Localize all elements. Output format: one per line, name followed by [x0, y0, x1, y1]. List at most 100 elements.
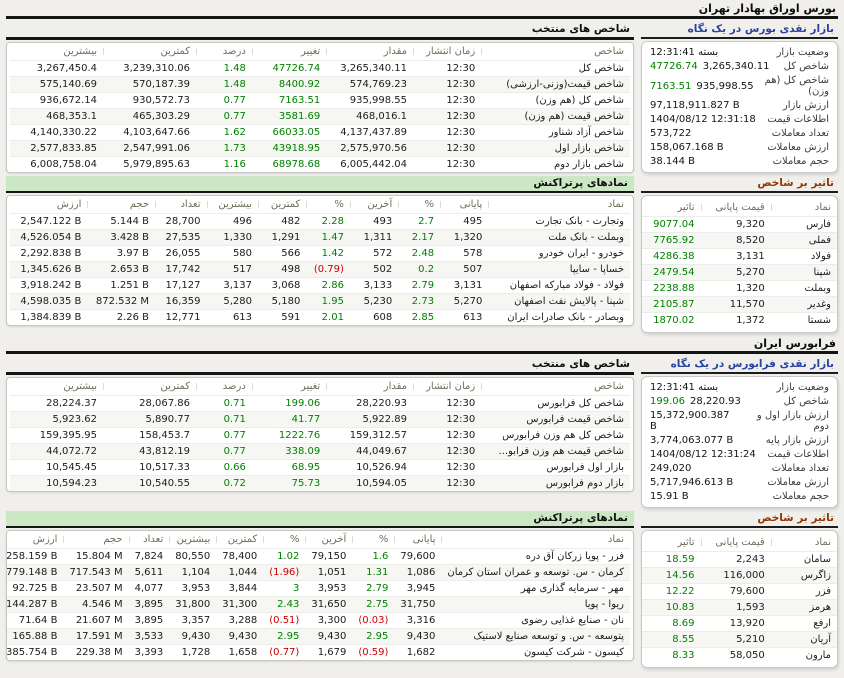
value-cell: 1.42 [306, 246, 350, 262]
column-header[interactable]: نماد [771, 534, 837, 552]
info-value: 249,020 [650, 463, 691, 474]
column-header[interactable]: تغییر [252, 43, 326, 61]
table-row[interactable]: شستا1,3721870.02 [642, 313, 837, 329]
table-row[interactable]: بازار دوم فرابورس12:3010,594.0575.730.72… [10, 476, 630, 492]
column-header[interactable]: % [398, 196, 440, 214]
table-row[interactable]: شاخص قیمت فرابورس12:305,922.8941.770.715… [10, 412, 630, 428]
value-cell: 6,005,442.04 [326, 157, 413, 173]
table-row[interactable]: شاخص قیمت(وزنی-ارزشی)12:30574,769.238400… [10, 77, 630, 93]
table-row[interactable]: شاخص قیمت هم وزن فرابو...12:3044,049.673… [10, 444, 630, 460]
column-header[interactable]: تغییر [252, 378, 326, 396]
table-row[interactable]: شاخص آزاد شناور12:304,137,437.8966033.05… [10, 125, 630, 141]
column-header[interactable]: شاخص [481, 378, 630, 396]
symbol-cell: شاخص قیمت فرابورس [481, 412, 630, 428]
value-cell: 3 [263, 581, 305, 597]
table-row[interactable]: مهر - سرمایه گذاری مهر3,9452.793,95333,8… [6, 581, 630, 597]
column-header[interactable]: بیشترین [10, 43, 103, 61]
column-header[interactable]: پایانی [440, 196, 488, 214]
table-row[interactable]: فملی8,5207765.92 [642, 233, 837, 249]
column-header[interactable]: تاثیر [642, 534, 701, 552]
column-header[interactable]: درصد [196, 43, 252, 61]
table-row[interactable]: کرمان - س. توسعه و عمران استان کرمان1,08… [6, 565, 630, 581]
value-cell: 1,044 [216, 565, 263, 581]
table-row[interactable]: وبملت - بانک ملت1,3202.171,3111.471,2911… [10, 230, 630, 246]
column-header[interactable]: کمترین [258, 196, 306, 214]
table-row[interactable]: فارس9,3209077.04 [642, 217, 837, 233]
column-header[interactable]: قیمت پایانی [701, 534, 771, 552]
value-cell: 3,895 [129, 613, 170, 629]
table-row[interactable]: ریوا - پویا31,7502.7531,6502.4331,30031,… [6, 597, 630, 613]
change-value: 199.06 [650, 396, 685, 407]
table-row[interactable]: نان - صنایع غذایی رضوی3,316(0.03)3,300(0… [6, 613, 630, 629]
column-header[interactable]: ارزش [6, 531, 63, 549]
table-row[interactable]: خودرو - ایران خودرو5782.485721.425665802… [10, 246, 630, 262]
column-header[interactable]: آخرین [350, 196, 398, 214]
column-header[interactable]: مقدار [326, 43, 413, 61]
column-header[interactable]: حجم [63, 531, 128, 549]
value-cell: 9,320 [701, 217, 771, 233]
table-row[interactable]: وغدیر11,5702105.87 [642, 297, 837, 313]
table-row[interactable]: شاخص کل12:303,265,340.1147726.741.483,23… [10, 61, 630, 77]
table-row[interactable]: زاگرس116,00014.56 [642, 568, 837, 584]
value-text: 1404/08/12 12:31:24 [650, 449, 756, 460]
value-text: 249,020 [650, 463, 691, 474]
column-header[interactable]: پایانی [394, 531, 441, 549]
column-header[interactable]: نماد [488, 196, 630, 214]
column-header[interactable]: % [352, 531, 394, 549]
value-cell: 2.43 [263, 597, 305, 613]
table-row[interactable]: شپنا5,2702479.54 [642, 265, 837, 281]
column-header[interactable]: زمان انتشار [413, 43, 481, 61]
column-header[interactable]: بیشترین [169, 531, 216, 549]
column-header[interactable]: نماد [441, 531, 630, 549]
table-row[interactable]: فزر79,60012.22 [642, 584, 837, 600]
table-row[interactable]: وبصادر - بانک صادرات ایران6132.856082.01… [10, 310, 630, 326]
value-cell: 3,316 [394, 613, 441, 629]
table-row[interactable]: مارون58,0508.33 [642, 648, 837, 664]
table-row[interactable]: بازار اول فرابورس12:3010,526.9468.950.66… [10, 460, 630, 476]
column-header[interactable]: زمان انتشار [413, 378, 481, 396]
table-row[interactable]: وبملت1,3202238.88 [642, 281, 837, 297]
table-row[interactable]: وتجارت - بانک تجارت4952.74932.2848249628… [10, 214, 630, 230]
column-header[interactable]: بیشترین [207, 196, 259, 214]
table-row[interactable]: شپنا - پالایش نفت اصفهان5,2702.735,2301.… [10, 294, 630, 310]
value-cell: 9,430 [216, 629, 263, 645]
table-row[interactable]: شاخص کل هم وزن فرابورس12:30159,312.57122… [10, 428, 630, 444]
table-row[interactable]: ارفع13,9208.69 [642, 616, 837, 632]
value-cell: (0.51) [263, 613, 305, 629]
table-row[interactable]: شاخص قیمت (هم وزن)12:30468,016.13581.690… [10, 109, 630, 125]
info-value: 38.144 B [650, 156, 695, 167]
table-row[interactable]: آریان5,2108.55 [642, 632, 837, 648]
column-header[interactable]: مقدار [326, 378, 413, 396]
column-header[interactable]: آخرین [305, 531, 352, 549]
column-header[interactable]: حجم [87, 196, 155, 214]
value-cell: 6,008,758.04 [10, 157, 103, 173]
column-header[interactable]: تعداد [155, 196, 207, 214]
column-header[interactable]: ارزش [10, 196, 87, 214]
table-row[interactable]: پتوسعه - س. و توسعه صنایع لاستیک9,4302.9… [6, 629, 630, 645]
table-row[interactable]: کیسون - شرکت کیسون1,682(0.59)1,679(0.77)… [6, 645, 630, 661]
column-header[interactable]: قیمت پایانی [701, 199, 771, 217]
table-row[interactable]: شاخص کل (هم وزن)12:30935,998.557163.510.… [10, 93, 630, 109]
column-header[interactable]: شاخص [481, 43, 630, 61]
info-row: شاخص کل47726.743,265,340.11 [642, 59, 837, 73]
table-row[interactable]: سامان2,24318.59 [642, 552, 837, 568]
table-row[interactable]: فولاد3,1314286.38 [642, 249, 837, 265]
table-row[interactable]: شاخص بازار اول12:302,575,970.5643918.951… [10, 141, 630, 157]
column-header[interactable]: کمترین [103, 378, 196, 396]
column-header[interactable]: % [306, 196, 350, 214]
value-text: بسته 12:31:41 [650, 47, 718, 58]
column-header[interactable]: % [263, 531, 305, 549]
table-row[interactable]: فزر - پویا زرکان آق دره79,6001.679,1501.… [6, 549, 630, 565]
column-header[interactable]: درصد [196, 378, 252, 396]
column-header[interactable]: بیشترین [10, 378, 103, 396]
column-header[interactable]: تاثیر [642, 199, 701, 217]
table-row[interactable]: فولاد - فولاد مبارکه اصفهان3,1312.793,13… [10, 278, 630, 294]
table-row[interactable]: شاخص کل فرابورس12:3028,220.93199.060.712… [10, 396, 630, 412]
column-header[interactable]: کمترین [216, 531, 263, 549]
table-row[interactable]: هرمز1,59310.83 [642, 600, 837, 616]
column-header[interactable]: تعداد [129, 531, 170, 549]
column-header[interactable]: نماد [771, 199, 837, 217]
table-row[interactable]: شاخص بازار دوم12:306,005,442.0468978.681… [10, 157, 630, 173]
table-row[interactable]: خساپا - سایپا5070.2502(0.79)49851717,742… [10, 262, 630, 278]
column-header[interactable]: کمترین [103, 43, 196, 61]
